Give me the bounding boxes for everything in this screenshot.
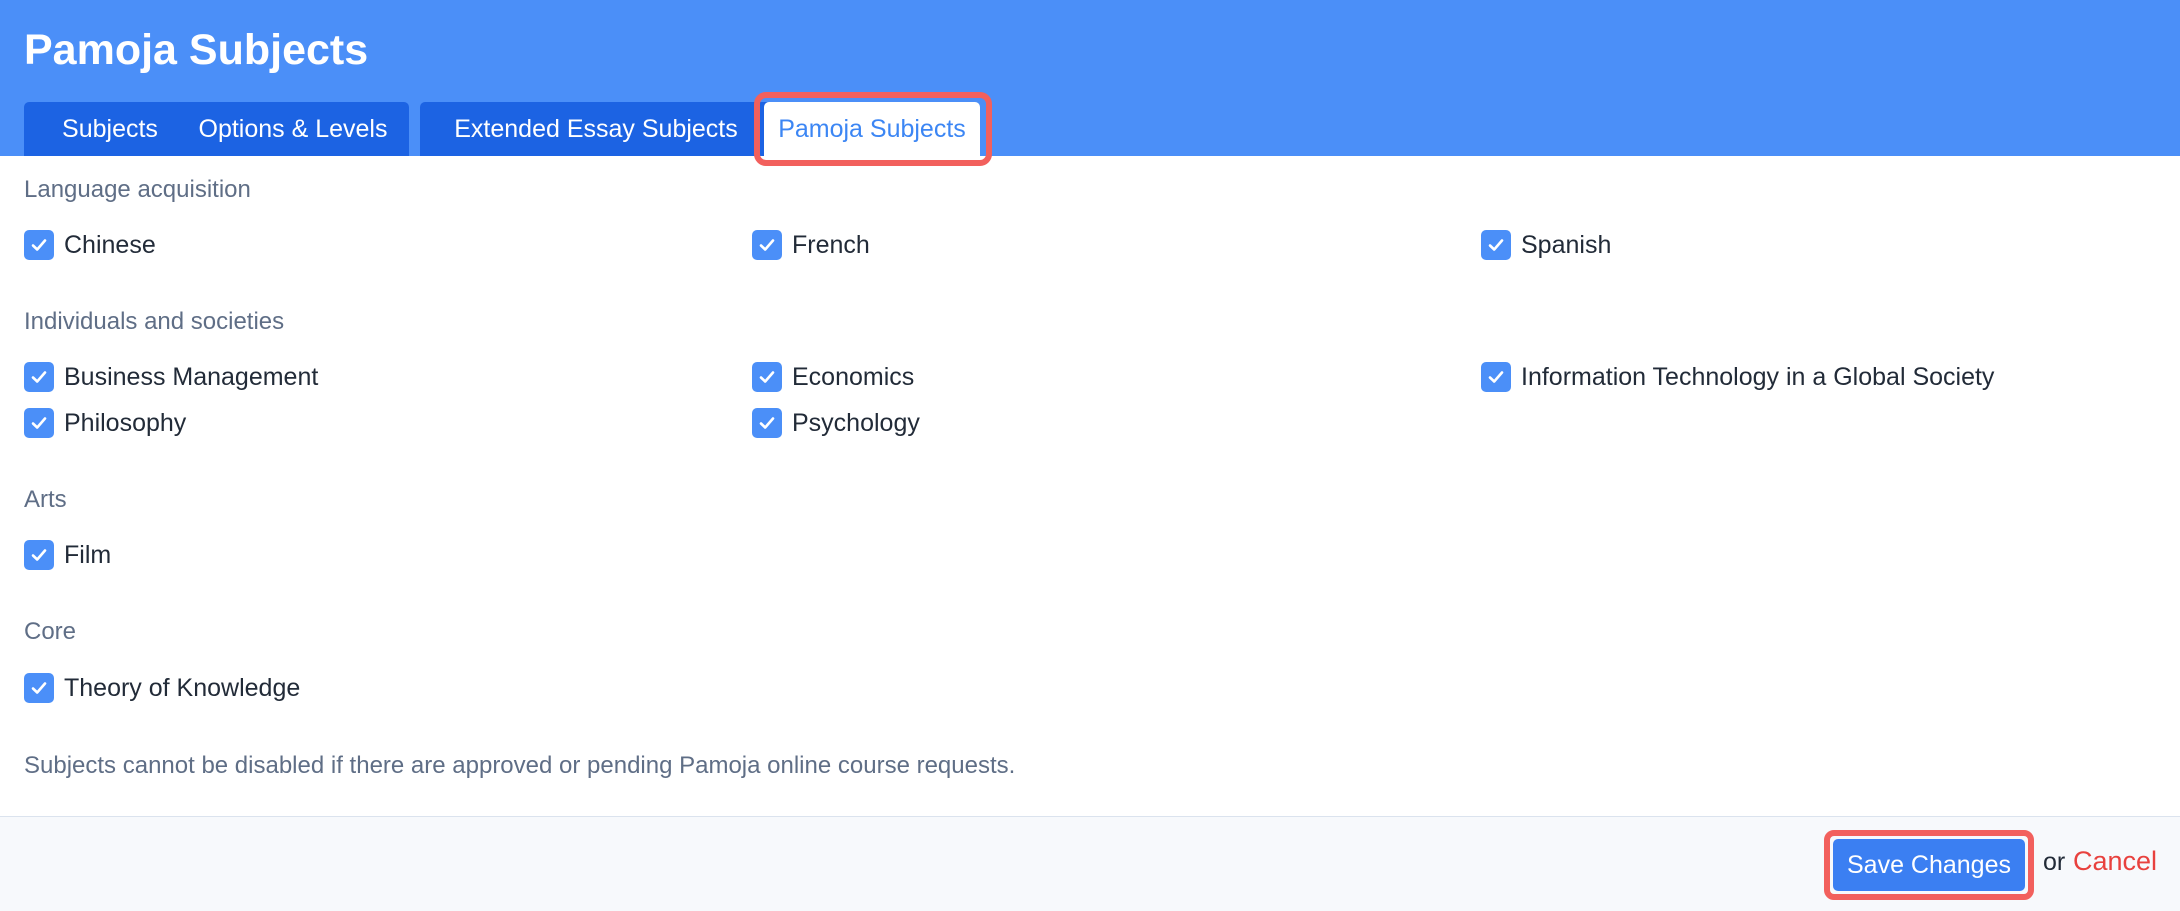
checkmark-icon	[31, 417, 47, 429]
tab-subjects[interactable]: Subjects	[24, 102, 196, 156]
checkbox[interactable]	[1481, 362, 1511, 392]
checkbox[interactable]	[752, 362, 782, 392]
checkmark-icon	[759, 239, 775, 251]
checkmark-icon	[31, 239, 47, 251]
checkmark-icon	[31, 549, 47, 561]
checkbox[interactable]	[24, 230, 54, 260]
checkbox[interactable]	[24, 673, 54, 703]
checkbox-label: French	[792, 231, 870, 259]
header-bar: Pamoja Subjects Subjects Options & Level…	[0, 0, 2180, 156]
checkbox-label: Chinese	[64, 231, 156, 259]
checkbox[interactable]	[752, 230, 782, 260]
checkbox-label: Film	[64, 541, 112, 569]
disable-note: Subjects cannot be disabled if there are…	[24, 752, 1016, 779]
checkbox-label: Philosophy	[64, 409, 187, 437]
checkbox-label: Spanish	[1521, 231, 1612, 259]
checkmark-icon	[1488, 239, 1504, 251]
section-heading-arts: Arts	[24, 486, 67, 513]
save-changes-button[interactable]: Save Changes	[1833, 839, 2025, 891]
cancel-link[interactable]: Cancel	[2073, 846, 2157, 877]
tab-extended-essay-subjects[interactable]: Extended Essay Subjects	[420, 102, 772, 156]
tab-options-levels[interactable]: Options & Levels	[177, 102, 409, 156]
checkbox-label: Economics	[792, 363, 915, 391]
section-heading-core: Core	[24, 618, 77, 645]
checkmark-icon	[31, 371, 47, 383]
checkmark-icon	[1488, 371, 1504, 383]
checkbox[interactable]	[752, 408, 782, 438]
checkbox[interactable]	[24, 362, 54, 392]
page-title: Pamoja Subjects	[24, 26, 369, 74]
section-heading-individuals-societies: Individuals and societies	[24, 308, 285, 335]
checkbox-label: Business Management	[64, 363, 319, 391]
or-text: or	[2043, 848, 2066, 876]
checkbox[interactable]	[24, 540, 54, 570]
checkmark-icon	[759, 417, 775, 429]
section-heading-language-acquisition: Language acquisition	[24, 176, 251, 203]
checkbox-label: Theory of Knowledge	[64, 674, 301, 702]
checkbox-label: Psychology	[792, 409, 920, 437]
tab-highlight-box	[754, 92, 992, 166]
checkmark-icon	[759, 371, 775, 383]
checkbox-label: Information Technology in a Global Socie…	[1521, 363, 1995, 391]
checkbox[interactable]	[1481, 230, 1511, 260]
checkbox[interactable]	[24, 408, 54, 438]
checkmark-icon	[31, 682, 47, 694]
